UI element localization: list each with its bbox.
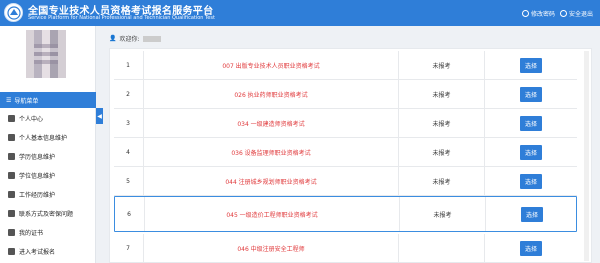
welcome-label: 欢迎你: <box>119 36 140 43</box>
logout-link[interactable]: 安全退出 <box>560 9 593 18</box>
row-number: 1 <box>126 61 130 69</box>
sidebar-item-label: 我的证书 <box>19 230 44 237</box>
exam-name: 007 出版专业技术人员职业资格考试 <box>143 51 399 79</box>
change-password-label: 修改密码 <box>531 11 556 18</box>
sidebar-item-label: 联系方式及密保问题 <box>19 211 74 218</box>
menu-icon: ☰ <box>6 96 12 104</box>
top-header: 全国专业技术人员资格考试报名服务平台 Service Platform for … <box>0 0 600 26</box>
sidebar-item-label: 进入考试报名 <box>19 249 56 256</box>
table-row: 2 026 执业药师职业资格考试 未报考 选择 <box>114 80 577 109</box>
row-number: 5 <box>126 177 130 185</box>
sidebar-item-basic-info[interactable]: 个人基本信息维护 <box>0 128 96 147</box>
row-number: 7 <box>126 244 130 252</box>
sidebar-item-exam-registration[interactable]: 进入考试报名 <box>0 242 96 261</box>
table-row: 1 007 出版专业技术人员职业资格考试 未报考 选择 <box>114 51 577 80</box>
sidebar: ☰ 导航菜单 个人中心 个人基本信息维护 学历信息维护 学位信息维护 工作经历维… <box>0 26 96 263</box>
sidebar-item-work-experience[interactable]: 工作经历维护 <box>0 185 96 204</box>
platform-subtitle: Service Platform for National Profession… <box>28 15 215 21</box>
exam-status: 未报考 <box>400 197 486 231</box>
user-icon: 👤 <box>109 35 117 42</box>
exam-name: 044 注册城乡规划师职业资格考试 <box>143 167 399 195</box>
nav-menu-header[interactable]: ☰ 导航菜单 <box>0 92 96 108</box>
sidebar-item-label: 学位信息维护 <box>19 173 56 180</box>
row-number: 3 <box>126 119 130 127</box>
education-icon <box>8 153 15 160</box>
user-name-redacted <box>142 35 161 42</box>
exam-name: 026 执业药师职业资格考试 <box>143 80 399 108</box>
exam-status: 未报考 <box>399 109 485 137</box>
change-password-link[interactable]: 修改密码 <box>522 9 555 18</box>
select-button[interactable]: 选择 <box>520 144 542 160</box>
sidebar-item-certificates[interactable]: 我的证书 <box>0 223 96 242</box>
sidebar-item-label: 工作经历维护 <box>19 192 56 199</box>
sidebar-item-label: 个人中心 <box>19 116 44 123</box>
table-scrollbar[interactable] <box>584 51 589 261</box>
nav-menu-title: 导航菜单 <box>14 97 39 105</box>
avatar <box>26 30 66 78</box>
exam-name: 036 设备监理师职业资格考试 <box>143 138 399 166</box>
table-row: 4 036 设备监理师职业资格考试 未报考 选择 <box>114 138 577 167</box>
home-icon <box>8 115 15 122</box>
row-number: 4 <box>126 148 130 156</box>
user-icon <box>8 134 15 141</box>
select-button[interactable]: 选择 <box>520 86 542 102</box>
exam-name: 034 一级建造师资格考试 <box>143 109 399 137</box>
row-number: 6 <box>127 210 131 218</box>
exam-name: 046 中级注册安全工程师 <box>143 234 399 262</box>
logout-label: 安全退出 <box>569 11 594 18</box>
sidebar-item-education[interactable]: 学历信息维护 <box>0 147 96 166</box>
row-number: 2 <box>126 90 130 98</box>
select-button[interactable]: 选择 <box>520 57 542 73</box>
table-row: 3 034 一级建造师资格考试 未报考 选择 <box>114 109 577 138</box>
exam-name: 045 一级造价工程师职业资格考试 <box>144 197 400 231</box>
sidebar-item-label: 个人基本信息维护 <box>19 135 68 142</box>
exam-status: 未报考 <box>399 80 485 108</box>
sidebar-item-label: 学历信息维护 <box>19 154 56 161</box>
enter-icon <box>8 248 15 255</box>
select-button[interactable]: 选择 <box>521 206 543 222</box>
power-icon <box>560 10 567 17</box>
briefcase-icon <box>8 191 15 198</box>
exam-status: 未报考 <box>399 138 485 166</box>
select-button[interactable]: 选择 <box>520 240 542 256</box>
select-button[interactable]: 选择 <box>520 173 542 189</box>
nav-list: 个人中心 个人基本信息维护 学历信息维护 学位信息维护 工作经历维护 联系方式及… <box>0 109 96 261</box>
select-button[interactable]: 选择 <box>520 115 542 131</box>
sidebar-item-contact[interactable]: 联系方式及密保问题 <box>0 204 96 223</box>
table-row: 7 046 中级注册安全工程师 选择 <box>114 234 577 262</box>
platform-logo <box>4 3 23 22</box>
exam-status <box>399 234 485 262</box>
main-content: 👤 欢迎你: 1 007 出版专业技术人员职业资格考试 未报考 选择 2 026… <box>103 26 600 263</box>
table-row-highlighted: 6 045 一级造价工程师职业资格考试 未报考 选择 <box>114 196 577 232</box>
degree-icon <box>8 172 15 179</box>
sidebar-item-degree[interactable]: 学位信息维护 <box>0 166 96 185</box>
sidebar-collapse-button[interactable]: ◀ <box>96 108 103 124</box>
phone-icon <box>8 210 15 217</box>
exam-table: 1 007 出版专业技术人员职业资格考试 未报考 选择 2 026 执业药师职业… <box>109 48 592 263</box>
exam-status: 未报考 <box>399 167 485 195</box>
gear-icon <box>522 10 529 17</box>
sidebar-item-personal-center[interactable]: 个人中心 <box>0 109 96 128</box>
welcome-line: 👤 欢迎你: <box>109 34 161 43</box>
table-row: 5 044 注册城乡规划师职业资格考试 未报考 选择 <box>114 167 577 196</box>
chevron-left-icon: ◀ <box>97 112 102 120</box>
certificate-icon <box>8 229 15 236</box>
exam-status: 未报考 <box>399 51 485 79</box>
